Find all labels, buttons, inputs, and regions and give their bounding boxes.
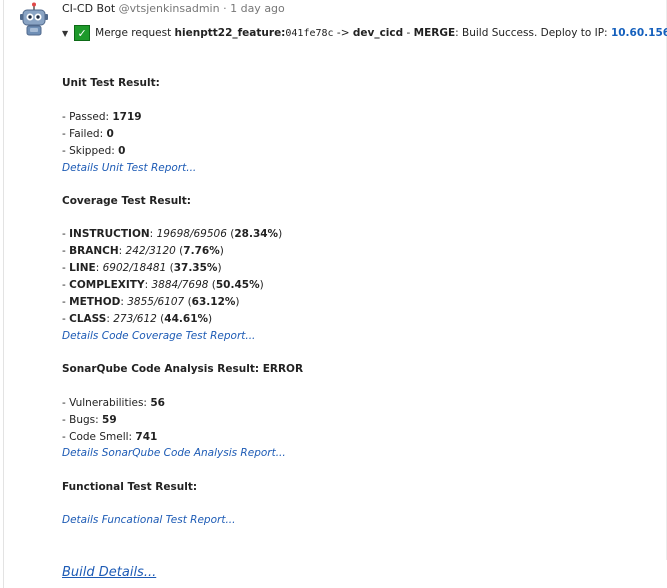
- cov-colon: :: [106, 313, 110, 325]
- robot-avatar-icon[interactable]: [19, 2, 49, 36]
- sep-text: -: [406, 27, 411, 39]
- merge-request-line: ▼ ✓ Merge request hienptt22_feature: 041f…: [62, 25, 667, 41]
- coverage-row: - BRANCH: 242/3120 (7.76%): [62, 245, 224, 257]
- action-label: MERGE: [413, 27, 456, 39]
- sonar-bugs-row: - Bugs: 59: [62, 414, 117, 426]
- left-divider: [3, 0, 4, 588]
- sonar-smell-row: - Code Smell: 741: [62, 431, 157, 443]
- unit-report-link[interactable]: Details Unit Test Report...: [62, 162, 196, 174]
- sonar-bugs-label: - Bugs:: [62, 414, 99, 426]
- cov-pct: 7.76%: [183, 245, 220, 257]
- cov-pct: 28.34%: [234, 228, 279, 240]
- sonar-report-link[interactable]: Details SonarQube Code Analysis Report..…: [62, 447, 286, 459]
- cov-colon: :: [149, 228, 154, 240]
- author-name[interactable]: CI-CD Bot: [62, 2, 115, 15]
- sonar-smell-label: - Code Smell:: [62, 431, 133, 443]
- unit-test-title: Unit Test Result:: [62, 77, 160, 89]
- unit-failed-value: 0: [106, 128, 114, 140]
- commit-hash[interactable]: 041fe78c: [285, 28, 333, 39]
- deploy-ip: 10.60.156.68: [610, 27, 667, 39]
- sonar-vuln-value: 56: [150, 397, 165, 409]
- caret-down-icon[interactable]: ▼: [62, 29, 68, 38]
- cov-name: CLASS: [69, 313, 107, 325]
- cov-pct: 37.35%: [173, 262, 218, 274]
- mr-prefix: Merge request: [95, 27, 172, 39]
- coverage-row: - INSTRUCTION: 19698/69506 (28.34%): [62, 228, 283, 240]
- cov-name: BRANCH: [69, 245, 119, 257]
- cov-colon: :: [120, 296, 124, 308]
- cov-colon: :: [95, 262, 100, 274]
- comment-header: CI-CD Bot @vtsjenkinsadmin · 1 day ago: [62, 2, 285, 15]
- target-branch: dev_cicd: [352, 27, 404, 39]
- separator-dot: ·: [223, 2, 227, 15]
- unit-failed-row: - Failed: 0: [62, 128, 114, 140]
- timestamp[interactable]: 1 day ago: [230, 2, 285, 15]
- cov-pct: 63.12%: [191, 296, 236, 308]
- sonar-bugs-value: 59: [102, 414, 117, 426]
- sonar-title: SonarQube Code Analysis Result: ERROR: [62, 363, 304, 375]
- sonar-vuln-label: - Vulnerabilities:: [62, 397, 147, 409]
- build-message: : Build Success. Deploy to IP:: [455, 27, 608, 39]
- cov-ratio: 19698/69506: [156, 228, 227, 240]
- unit-passed-value: 1719: [112, 111, 142, 123]
- coverage-row: - CLASS: 273/612 (44.61%): [62, 313, 213, 325]
- coverage-row: - LINE: 6902/18481 (37.35%): [62, 262, 222, 274]
- cov-colon: :: [118, 245, 123, 257]
- cov-pct: 50.45%: [215, 279, 260, 291]
- cov-name: METHOD: [69, 296, 121, 308]
- cov-ratio: 273/612: [113, 313, 157, 325]
- unit-skipped-label: - Skipped:: [62, 145, 115, 157]
- source-branch: hienptt22_feature:: [174, 27, 286, 39]
- author-handle[interactable]: @vtsjenkinsadmin: [119, 2, 220, 15]
- coverage-row: - COMPLEXITY: 3884/7698 (50.45%): [62, 279, 264, 291]
- cov-ratio: 3884/7698: [151, 279, 209, 291]
- unit-skipped-value: 0: [118, 145, 126, 157]
- coverage-title: Coverage Test Result:: [62, 195, 192, 207]
- unit-passed-row: - Passed: 1719: [62, 111, 142, 123]
- cov-pct: 44.61%: [164, 313, 209, 325]
- cov-ratio: 3855/6107: [127, 296, 185, 308]
- comment-panel: CI-CD Bot @vtsjenkinsadmin · 1 day ago ▼…: [0, 0, 667, 588]
- unit-skipped-row: - Skipped: 0: [62, 145, 125, 157]
- cov-name: INSTRUCTION: [69, 228, 150, 240]
- sonar-vuln-row: - Vulnerabilities: 56: [62, 397, 165, 409]
- functional-title: Functional Test Result:: [62, 481, 198, 493]
- cov-name: LINE: [69, 262, 96, 274]
- arrow-text: ->: [336, 27, 350, 39]
- green-check-icon: ✓: [74, 25, 91, 41]
- unit-failed-label: - Failed:: [62, 128, 104, 140]
- coverage-report-link[interactable]: Details Code Coverage Test Report...: [62, 330, 255, 342]
- cov-ratio: 242/3120: [125, 245, 176, 257]
- build-details-link[interactable]: Build Details...: [62, 565, 156, 580]
- sonar-smell-value: 741: [135, 431, 158, 443]
- unit-passed-label: - Passed:: [62, 111, 110, 123]
- cov-ratio: 6902/18481: [102, 262, 167, 274]
- cov-name: COMPLEXITY: [69, 279, 145, 291]
- cov-colon: :: [144, 279, 149, 291]
- functional-report-link[interactable]: Details Funcational Test Report...: [62, 514, 235, 526]
- coverage-row: - METHOD: 3855/6107 (63.12%): [62, 296, 240, 308]
